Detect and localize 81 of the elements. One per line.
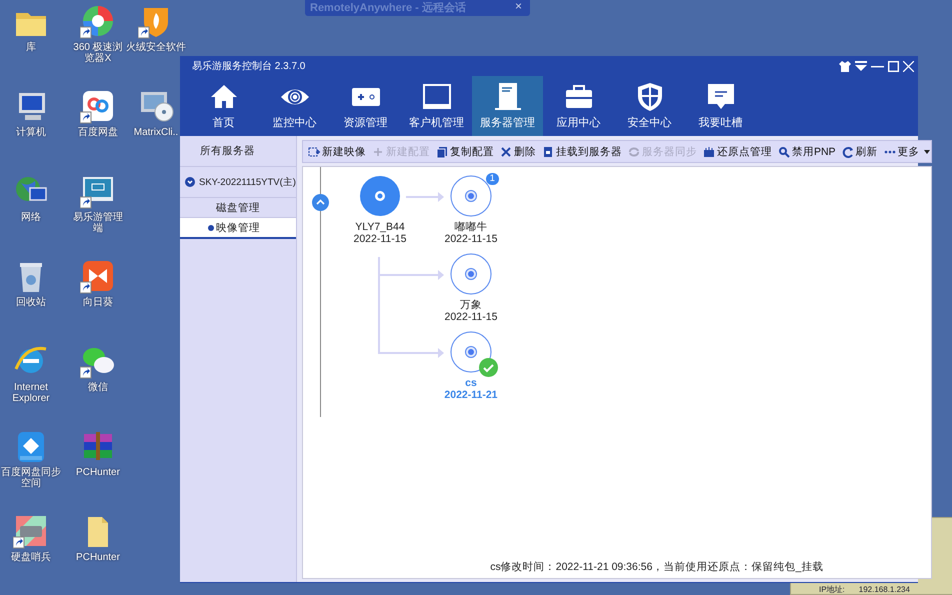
- desktop-icon-label: 向日葵: [82, 297, 114, 308]
- image-date: 2022-11-15: [444, 311, 498, 323]
- toolbar-button[interactable]: 刷新: [838, 144, 881, 158]
- desktop-icon-label: 百度网盘同步空间: [0, 467, 62, 489]
- server-icon: [492, 82, 522, 111]
- status-text: cs修改时间：2022-11-21 09:36:56，当前使用还原点：保留纯包_挂载: [489, 560, 824, 575]
- image-name: cs: [465, 377, 477, 389]
- mount-icon: [542, 146, 554, 158]
- desktop-icon-label: 网络: [20, 212, 42, 223]
- nav-tab[interactable]: 监控中心: [259, 76, 330, 136]
- copy-icon: [436, 146, 448, 158]
- desktop-icon-label: 易乐游管理端: [72, 212, 124, 234]
- disc-icon[interactable]: [450, 175, 492, 217]
- disc-icon[interactable]: [358, 175, 401, 217]
- hard-drive-icon[interactable]: [13, 513, 49, 549]
- desktop-icon-label: 回收站: [15, 297, 47, 308]
- cloud-app-icon[interactable]: [80, 88, 116, 124]
- toolbar-button[interactable]: 禁用PNP: [774, 144, 839, 158]
- nav-tab[interactable]: 资源管理: [330, 76, 401, 136]
- image-date: 2022-11-15: [444, 233, 498, 245]
- ip-label: IP地址:: [819, 585, 845, 594]
- image-name: 嘟嘟牛: [454, 221, 488, 233]
- toolbar-button[interactable]: 复制配置: [432, 144, 497, 158]
- monitor-icon: [422, 82, 452, 111]
- image-name: 万象: [460, 299, 482, 311]
- maximize-icon[interactable]: [888, 60, 899, 72]
- nav-tab[interactable]: 应用中心: [543, 76, 614, 136]
- desktop-icon-label: MatrixCli..: [134, 127, 178, 138]
- nav-tab[interactable]: 服务器管理: [472, 76, 543, 136]
- sync-icon: [628, 146, 640, 158]
- toolbar-button[interactable]: 更多: [880, 144, 923, 158]
- home-icon: [208, 82, 238, 111]
- window-title: 易乐游服务控制台 2.3.7.0: [192, 60, 306, 73]
- image-date: 2022-11-15: [354, 233, 406, 245]
- nav-tab[interactable]: 我要吐槽: [685, 76, 756, 136]
- nav-tab[interactable]: 客户机管理: [401, 76, 472, 136]
- disc-icon[interactable]: [450, 253, 492, 295]
- desktop-icon-label: 库: [25, 42, 37, 53]
- connector-arrow: [406, 192, 444, 202]
- server-name: SKY-20221115YTV(主): [199, 176, 296, 188]
- restore-point-icon: [702, 146, 715, 158]
- caret-icon[interactable]: [922, 148, 931, 154]
- collapse-button[interactable]: [312, 194, 329, 211]
- all-servers-header[interactable]: 所有服务器: [180, 136, 296, 167]
- bowtie-app-icon[interactable]: [80, 258, 116, 294]
- image-date: 2022-11-21: [444, 389, 498, 401]
- remote-session-title: RemotelyAnywhere - 远程会话: [310, 0, 466, 14]
- desktop-icon-label: Internet Explorer: [11, 382, 51, 404]
- desktop-icon-label: 360 极速浏览器X: [72, 42, 124, 64]
- desktop-icon-label: 硬盘哨兵: [10, 552, 52, 563]
- skin-icon[interactable]: [839, 60, 851, 72]
- colorful-swirl-icon[interactable]: [80, 3, 116, 39]
- toolbar-button[interactable]: 删除: [496, 144, 539, 158]
- toolbar-button[interactable]: 还原点管理: [700, 144, 775, 158]
- desktop-icon-label: 计算机: [15, 127, 47, 138]
- ip-value: 192.168.1.234: [858, 585, 910, 594]
- desktop-icon-label: 微信: [87, 382, 109, 393]
- close-icon: [500, 146, 512, 158]
- image-name: YLY7_B44: [355, 221, 405, 233]
- toolbar-button[interactable]: 新建映像: [304, 144, 369, 158]
- sidebar-item[interactable]: 映像管理: [180, 218, 296, 239]
- desktop-icon-label: 百度网盘: [77, 127, 119, 138]
- count-badge: 1: [486, 173, 499, 185]
- server-item[interactable]: SKY-20221115YTV(主): [180, 167, 296, 198]
- toolbar-button[interactable]: 挂载到服务器: [538, 144, 625, 158]
- disc-icon[interactable]: [450, 331, 492, 373]
- close-button[interactable]: ×: [514, 0, 522, 13]
- desktop-icon-label: 火绒安全软件: [126, 42, 186, 53]
- refresh-icon: [842, 146, 854, 158]
- collapse-icon[interactable]: [185, 177, 195, 187]
- desktop-icon-label: PCHunter: [75, 467, 121, 478]
- check-icon: [478, 358, 498, 377]
- plus-icon: [372, 146, 384, 158]
- toolbox-icon: [564, 82, 594, 111]
- nav-tab[interactable]: 安全中心: [614, 76, 685, 136]
- nav-tab[interactable]: 首页: [188, 76, 259, 136]
- close-icon[interactable]: [903, 60, 914, 72]
- desktop-icon-label: PCHunter: [75, 552, 121, 563]
- chat-icon: [706, 82, 736, 111]
- new-image-icon: [308, 146, 320, 158]
- dropdown-icon[interactable]: [855, 60, 867, 72]
